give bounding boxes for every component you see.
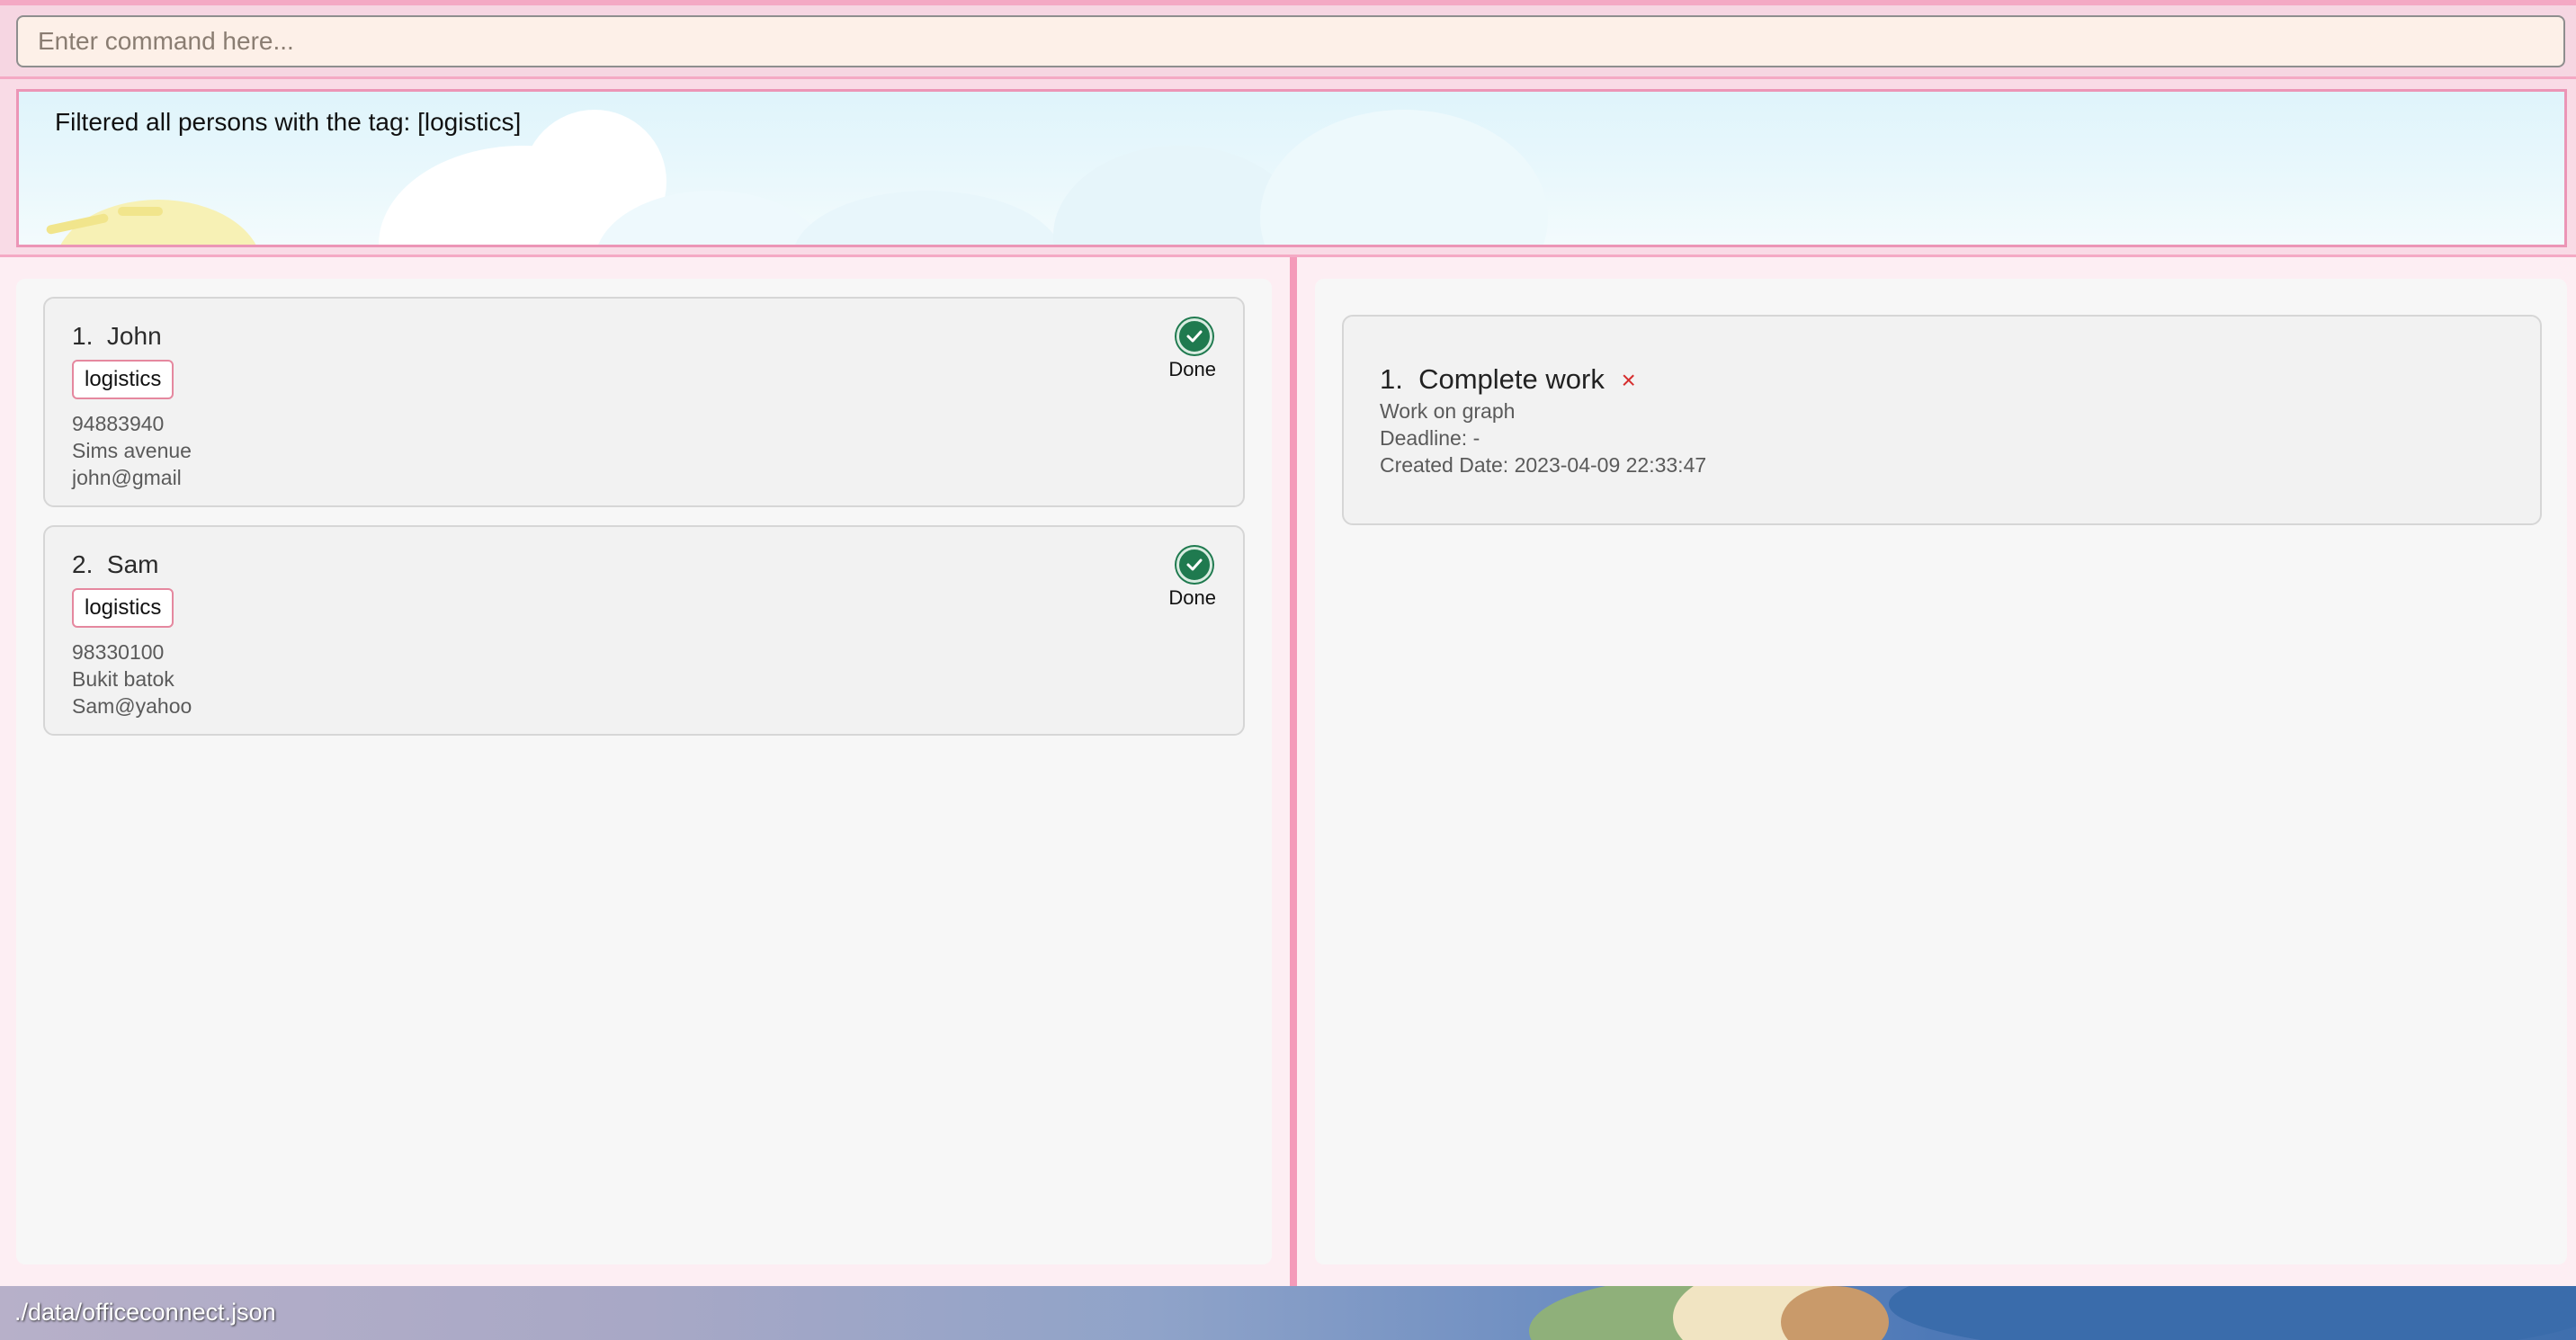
person-address: Sims avenue xyxy=(72,439,192,462)
task-index: 1. xyxy=(1380,363,1403,395)
command-input[interactable] xyxy=(16,15,2565,67)
task-card[interactable]: 1. Complete work × Work on graph Deadlin… xyxy=(1342,315,2542,525)
result-display-container: Filtered all persons with the tag: [logi… xyxy=(0,79,2576,257)
result-message: Filtered all persons with the tag: [logi… xyxy=(55,108,522,136)
panel-divider[interactable] xyxy=(1290,257,1297,1286)
tag-badge: logistics xyxy=(72,360,174,399)
person-index: 1. xyxy=(72,322,94,350)
person-card[interactable]: 1. John logistics 94883940 Sims avenue j… xyxy=(43,297,1245,507)
person-phone: 94883940 xyxy=(72,412,165,435)
scenery-decoration xyxy=(1889,1286,2576,1340)
person-name-text: John xyxy=(106,322,162,350)
status-label: Done xyxy=(1168,358,1216,380)
person-card[interactable]: 2. Sam logistics 98330100 Bukit batok Sa… xyxy=(43,525,1245,736)
check-circle-icon xyxy=(1176,318,1212,354)
not-done-x-icon: × xyxy=(1621,366,1636,394)
tag-badge: logistics xyxy=(72,588,174,628)
person-list-panel[interactable]: 1. John logistics 94883940 Sims avenue j… xyxy=(16,279,1272,1264)
person-email: Sam@yahoo xyxy=(72,694,192,718)
result-display: Filtered all persons with the tag: [logi… xyxy=(16,89,2567,247)
person-address: Bukit batok xyxy=(72,667,174,691)
person-name: 1. John xyxy=(72,322,162,351)
sun-ray-decoration xyxy=(118,207,163,216)
save-file-path: ./data/officeconnect.json xyxy=(14,1299,276,1326)
status-label: Done xyxy=(1168,586,1216,609)
task-description: Work on graph xyxy=(1380,399,1516,423)
person-index: 2. xyxy=(72,550,94,578)
cloud-decoration xyxy=(1260,110,1548,245)
task-title-text: Complete work xyxy=(1418,363,1605,395)
person-name: 2. Sam xyxy=(72,550,159,579)
status-bar: ./data/officeconnect.json xyxy=(0,1286,2576,1340)
command-bar xyxy=(0,0,2576,79)
person-phone: 98330100 xyxy=(72,640,165,664)
task-created-date: Created Date: 2023-04-09 22:33:47 xyxy=(1380,453,1707,477)
main-area: 1. John logistics 94883940 Sims avenue j… xyxy=(0,257,2576,1286)
task-title: 1. Complete work × xyxy=(1380,363,1636,396)
task-deadline: Deadline: - xyxy=(1380,426,1480,450)
check-circle-icon xyxy=(1176,547,1212,583)
task-list-panel[interactable]: 1. Complete work × Work on graph Deadlin… xyxy=(1315,279,2567,1264)
cloud-decoration xyxy=(792,191,1062,245)
person-name-text: Sam xyxy=(106,550,159,578)
person-email: john@gmail xyxy=(72,466,182,489)
